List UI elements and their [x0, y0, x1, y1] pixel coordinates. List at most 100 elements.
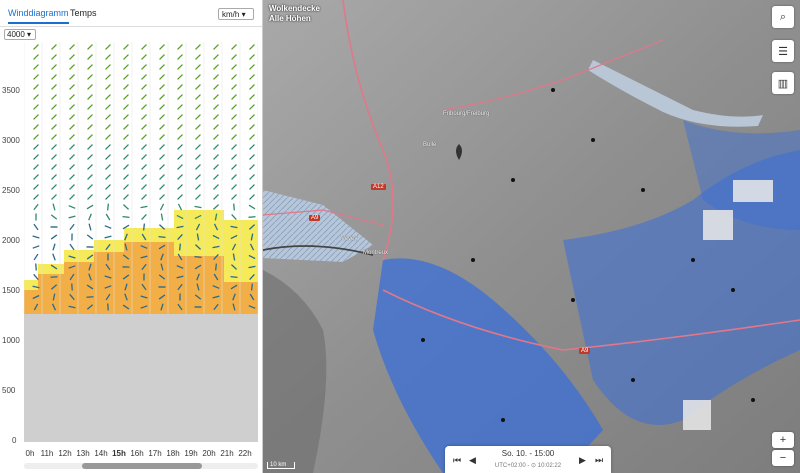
skip-forward-icon[interactable]: ⏭ — [595, 455, 603, 466]
wind-arrow — [87, 154, 93, 160]
wind-arrow — [177, 124, 183, 130]
wind-arrow — [87, 124, 93, 130]
wind-arrow — [194, 255, 202, 259]
time-12h: 12h — [58, 449, 72, 458]
wind-arrow — [69, 124, 75, 130]
time-22h: 22h — [238, 449, 252, 458]
wind-arrow — [231, 184, 237, 190]
scrollbar-thumb[interactable] — [82, 463, 202, 469]
wind-arrow — [122, 204, 130, 210]
city-vevey: Vevey — [341, 236, 358, 242]
time-15h: 15h — [112, 449, 126, 458]
wind-arrow — [249, 54, 255, 60]
wind-arrow — [177, 194, 183, 200]
zoom-in-button[interactable]: + — [772, 432, 794, 448]
wind-arrow — [105, 174, 111, 180]
wind-arrow — [248, 204, 256, 210]
wind-arrow — [250, 283, 254, 291]
altitude-select-value: 4000 — [7, 30, 25, 39]
wind-arrow — [141, 104, 147, 110]
wind-arrow — [122, 215, 130, 219]
wind-arrow — [231, 74, 237, 80]
wind-arrow — [33, 164, 39, 170]
wind-arrow — [231, 124, 237, 130]
map-view[interactable]: Wolkendecke Alle Höhen Fribourg/Freiburg… — [263, 0, 800, 473]
wind-arrow — [195, 94, 201, 100]
wind-arrow — [177, 44, 183, 50]
road-label-a9-east: A9 — [579, 348, 591, 354]
wind-arrow — [50, 234, 58, 240]
wind-arrow — [69, 144, 75, 150]
time-axis: 0h 11h 12h 13h 14h 15h 16h 17h 18h 19h 2… — [24, 449, 258, 461]
wind-arrow — [33, 194, 39, 200]
wind-arrow — [195, 144, 201, 150]
wind-arrow — [213, 154, 219, 160]
wind-arrow — [105, 213, 111, 221]
time-21h: 21h — [220, 449, 234, 458]
wind-arrow — [159, 84, 165, 90]
wind-arrow — [233, 203, 235, 211]
wind-arrow — [33, 94, 39, 100]
zoom-out-button[interactable]: − — [772, 450, 794, 466]
wind-arrow — [141, 44, 147, 50]
y-tick-2000: 2000 — [2, 236, 20, 245]
unit-select[interactable]: km/h ▾ — [218, 8, 254, 20]
wind-arrow — [249, 194, 255, 200]
skip-back-icon[interactable]: ⏮ — [453, 455, 461, 466]
wind-arrow — [51, 114, 57, 120]
wind-arrow — [141, 64, 147, 70]
wind-arrow — [142, 223, 146, 231]
step-forward-icon[interactable]: ▶ — [579, 455, 586, 466]
filter-button[interactable]: ☰ — [772, 40, 794, 62]
layer-name: Wolkendecke — [269, 4, 320, 13]
search-button[interactable]: ⌕ — [772, 6, 794, 28]
layer-altitude: Alle Höhen — [269, 14, 311, 23]
wind-arrow — [51, 94, 57, 100]
wind-arrow — [69, 104, 75, 110]
current-time: So. 10. - 15:00 — [501, 449, 555, 458]
wind-arrow — [68, 215, 76, 219]
wind-arrow — [213, 194, 219, 200]
tab-temps[interactable]: Temps — [70, 8, 97, 18]
wind-arrow — [50, 214, 58, 220]
y-tick-3000: 3000 — [2, 136, 20, 145]
wind-arrow — [69, 74, 75, 80]
wind-arrow — [249, 134, 255, 140]
wind-arrow — [141, 174, 147, 180]
wind-arrow — [231, 154, 237, 160]
wind-arrow — [68, 205, 76, 209]
wind-arrow — [123, 44, 129, 50]
time-scrollbar[interactable] — [24, 463, 258, 469]
wind-arrow — [86, 204, 94, 210]
wind-arrow — [105, 154, 111, 160]
wind-arrow — [32, 235, 40, 239]
chart-button[interactable]: ▥ — [772, 72, 794, 94]
wind-arrow — [104, 225, 112, 229]
tab-winddiagramm[interactable]: Winddiagramm — [8, 8, 69, 24]
wind-arrow — [195, 194, 201, 200]
wind-diagram-panel: Winddiagramm Temps km/h ▾ 4000 ▾ 3500 30… — [0, 0, 263, 473]
wind-arrow — [33, 134, 39, 140]
wind-arrow — [195, 44, 201, 50]
wind-arrow — [87, 84, 93, 90]
wind-arrow — [87, 114, 93, 120]
wind-arrow — [51, 184, 57, 190]
wind-arrow — [141, 194, 147, 200]
wind-arrow — [123, 124, 129, 130]
wind-arrow — [212, 204, 220, 210]
wind-arrow — [249, 124, 255, 130]
wind-arrow — [159, 194, 165, 200]
wind-arrow — [231, 144, 237, 150]
wind-arrow — [123, 174, 129, 180]
wind-arrow — [177, 174, 183, 180]
y-tick-0: 0 — [12, 436, 17, 445]
wind-arrow — [177, 54, 183, 60]
wind-arrow — [177, 94, 183, 100]
time-14h: 14h — [94, 449, 108, 458]
wind-arrow — [88, 213, 92, 221]
wind-arrow — [177, 134, 183, 140]
altitude-select[interactable]: 4000 ▾ — [4, 29, 36, 40]
wind-arrow — [123, 154, 129, 160]
wind-arrow — [195, 124, 201, 130]
wind-arrow — [69, 84, 75, 90]
